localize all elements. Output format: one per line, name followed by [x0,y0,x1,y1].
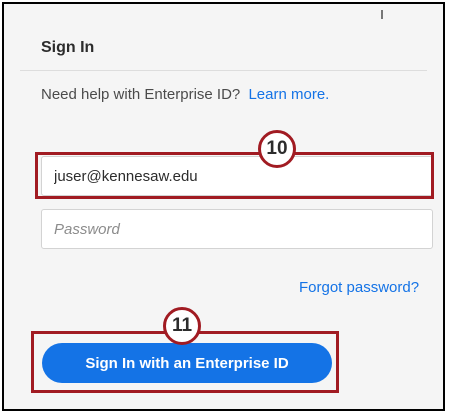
forgot-password-link[interactable]: Forgot password? [299,279,419,296]
email-callout-box [35,152,434,199]
signin-panel: Sign In Need help with Enterprise ID? Le… [2,2,445,411]
divider [20,70,427,71]
help-text: Need help with Enterprise ID? [41,86,241,103]
password-field[interactable] [41,209,433,249]
help-row: Need help with Enterprise ID? Learn more… [41,86,329,103]
page-title: Sign In [41,39,95,56]
panel-edge-mark [381,10,383,19]
step-11-badge: 11 [163,307,201,345]
learn-more-link[interactable]: Learn more. [248,86,329,103]
step-10-badge: 10 [258,130,296,168]
